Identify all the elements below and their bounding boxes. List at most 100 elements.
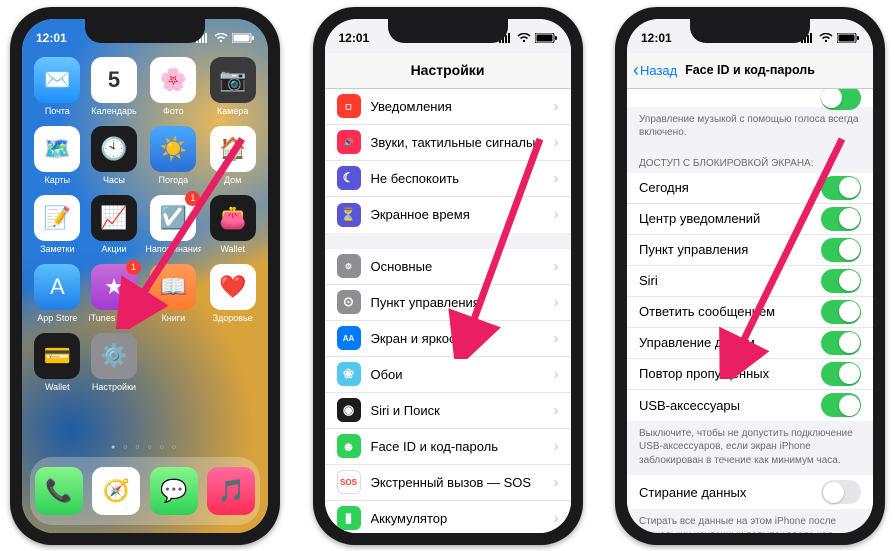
app-icon: ★1 bbox=[91, 264, 137, 310]
phone-faceid: 12:01 ‹Назад Face ID и код-пароль Управл… bbox=[615, 7, 885, 545]
faceid-list[interactable]: Управление музыкой с помощью голоса всег… bbox=[627, 89, 873, 533]
row-label: Face ID и код-пароль bbox=[371, 439, 554, 454]
row-icon: ❀ bbox=[337, 362, 361, 386]
toggle-switch[interactable] bbox=[821, 300, 861, 324]
toggle-switch[interactable] bbox=[821, 89, 861, 110]
settings-screen: 12:01 Настройки ◻︎Уведомления›🔊Звуки, та… bbox=[325, 19, 571, 533]
section-footer: Выключите, чтобы не допустить подключени… bbox=[627, 421, 873, 476]
section-footer: Управление музыкой с помощью голоса всег… bbox=[627, 107, 873, 148]
row-icon: 🔊 bbox=[337, 130, 361, 154]
dock-app[interactable]: 🧭 bbox=[92, 467, 140, 515]
chevron-right-icon: › bbox=[554, 510, 559, 527]
app-фото[interactable]: 🌸Фото bbox=[145, 57, 201, 116]
toggle-switch[interactable] bbox=[821, 393, 861, 417]
row-label: Пункт управления bbox=[371, 295, 554, 310]
row-icon: ⚙︎ bbox=[337, 254, 361, 278]
toggle-switch[interactable] bbox=[821, 362, 861, 386]
toggle-switch[interactable] bbox=[821, 269, 861, 293]
dock-app[interactable]: 🎵 bbox=[207, 467, 255, 515]
chevron-right-icon: › bbox=[554, 294, 559, 311]
app-icon: 📷 bbox=[210, 57, 256, 103]
app-часы[interactable]: 🕙Часы bbox=[89, 126, 140, 185]
row-icon: ☻ bbox=[337, 434, 361, 458]
toggle-row[interactable]: Ответить сообщением bbox=[627, 297, 873, 328]
toggle-row[interactable]: Сегодня bbox=[627, 173, 873, 204]
toggle-switch[interactable] bbox=[821, 176, 861, 200]
app-акции[interactable]: 📈Акции bbox=[89, 195, 140, 254]
settings-row[interactable]: ◉Siri и Поиск› bbox=[325, 393, 571, 429]
notch bbox=[85, 19, 205, 43]
app-label: Wallet bbox=[45, 382, 70, 392]
app-погода[interactable]: ☀️Погода bbox=[145, 126, 201, 185]
row-icon: ⏳ bbox=[337, 203, 361, 227]
chevron-right-icon: › bbox=[554, 170, 559, 187]
toggle-row[interactable]: Пункт управления bbox=[627, 235, 873, 266]
toggle-row[interactable]: USB-аксессуары bbox=[627, 390, 873, 421]
settings-row[interactable]: ▮Аккумулятор› bbox=[325, 501, 571, 533]
erase-row[interactable]: Стирание данных bbox=[627, 475, 873, 509]
row-label: Звуки, тактильные сигналы bbox=[371, 135, 554, 150]
row-label: Управление домом bbox=[639, 335, 821, 350]
settings-row[interactable]: ☻Face ID и код-пароль› bbox=[325, 429, 571, 465]
toggle-switch[interactable] bbox=[821, 480, 861, 504]
toggle-row[interactable]: Центр уведомлений bbox=[627, 204, 873, 235]
row-icon: SOS bbox=[337, 470, 361, 494]
app-grid: ✉️Почта5 Календарь 🌸Фото📷Камера 🗺️Карты🕙Час… bbox=[22, 53, 268, 392]
notch bbox=[388, 19, 508, 43]
app-label: Настройки bbox=[92, 382, 136, 392]
settings-row[interactable]: ⚙︎Основные› bbox=[325, 249, 571, 285]
settings-row[interactable]: ❀Обои› bbox=[325, 357, 571, 393]
dock-app[interactable]: 💬 bbox=[150, 467, 198, 515]
app-книги[interactable]: 📖Книги bbox=[145, 264, 201, 323]
app-карты[interactable]: 🗺️Карты bbox=[32, 126, 83, 185]
app-wallet[interactable]: 👛Wallet bbox=[207, 195, 258, 254]
toggle-switch[interactable] bbox=[821, 238, 861, 262]
chevron-right-icon: › bbox=[554, 474, 559, 491]
app-icon: 5 bbox=[91, 57, 137, 103]
battery-icon bbox=[535, 33, 557, 43]
badge: 1 bbox=[126, 260, 141, 275]
app-почта[interactable]: ✉️Почта bbox=[32, 57, 83, 116]
toggle-switch[interactable] bbox=[821, 207, 861, 231]
app-icon: ⚙️ bbox=[91, 333, 137, 379]
settings-row[interactable]: ◻︎Уведомления› bbox=[325, 89, 571, 125]
toggle-row[interactable]: Siri bbox=[627, 266, 873, 297]
settings-list[interactable]: ◻︎Уведомления› 🔊 Звуки, тактильные сигналы… bbox=[325, 89, 571, 533]
app-icon: ☀️ bbox=[150, 126, 196, 172]
app-app store[interactable]: AApp Store bbox=[32, 264, 83, 323]
app-напоминания[interactable]: ☑️1Напоминания bbox=[145, 195, 201, 254]
chevron-right-icon: › bbox=[554, 98, 559, 115]
back-button[interactable]: ‹Назад bbox=[633, 60, 677, 81]
app-icon: ☑️1 bbox=[150, 195, 196, 241]
app-заметки[interactable]: 📝Заметки bbox=[32, 195, 83, 254]
app-icon: 📖 bbox=[150, 264, 196, 310]
battery-icon bbox=[837, 33, 859, 43]
settings-row[interactable]: ☾Не беспокоить› bbox=[325, 161, 571, 197]
settings-row[interactable]: ⏳Экранное время› bbox=[325, 197, 571, 233]
toggle-row[interactable]: Повтор пропущенных bbox=[627, 359, 873, 390]
app-itunes store[interactable]: ★1iTunes Store bbox=[89, 264, 140, 323]
badge: 1 bbox=[185, 191, 200, 206]
settings-row[interactable]: AAЭкран и яркость› bbox=[325, 321, 571, 357]
settings-row[interactable]: SOSЭкстренный вызов — SOS› bbox=[325, 465, 571, 501]
phone-settings: 12:01 Настройки ◻︎Уведомления›🔊Звуки, та… bbox=[313, 7, 583, 545]
toggle-row[interactable] bbox=[627, 89, 873, 107]
app-здоровье[interactable]: ❤️Здоровье bbox=[207, 264, 258, 323]
status-time: 12:01 bbox=[36, 31, 67, 45]
row-icon: ◻︎ bbox=[337, 94, 361, 118]
app-дом[interactable]: 🏠Дом bbox=[207, 126, 258, 185]
notch bbox=[690, 19, 810, 43]
settings-row[interactable]: ⊙Пункт управления› bbox=[325, 285, 571, 321]
row-label: Аккумулятор bbox=[371, 511, 554, 526]
app-настройки[interactable]: ⚙️ Настройки bbox=[89, 333, 140, 392]
settings-row[interactable]: 🔊Звуки, тактильные сигналы› bbox=[325, 125, 571, 161]
app-wallet[interactable]: 💳Wallet bbox=[32, 333, 83, 392]
toggle-switch[interactable] bbox=[821, 331, 861, 355]
toggle-row[interactable]: Управление домом bbox=[627, 328, 873, 359]
app-icon: 📝 bbox=[34, 195, 80, 241]
row-label: Экран и яркость bbox=[371, 331, 554, 346]
app-календарь[interactable]: 5 Календарь bbox=[89, 57, 140, 116]
dock-app[interactable]: 📞 bbox=[35, 467, 83, 515]
app-label: Календарь bbox=[91, 106, 136, 116]
app-камера[interactable]: 📷Камера bbox=[207, 57, 258, 116]
